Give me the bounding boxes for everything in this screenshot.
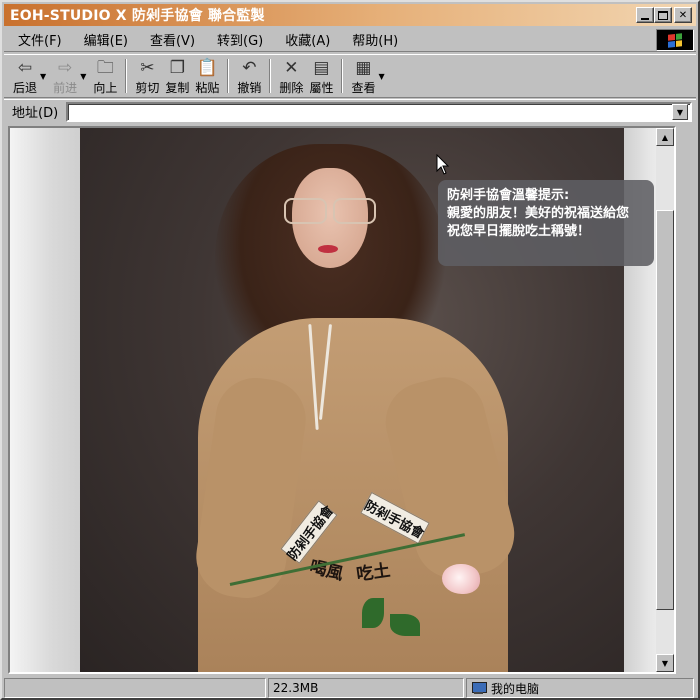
address-bar: 地址(D) ▼ [4,99,696,123]
view-button[interactable]: ▦ 查看 [348,56,378,96]
vertical-scrollbar[interactable]: ▲ ▼ [656,128,674,672]
undo-label: 撤销 [237,81,262,95]
window-controls: ✕ [636,7,692,23]
paste-label: 粘贴 [195,81,220,95]
windows-logo [656,29,694,51]
rose-leaf [362,598,384,628]
view-dropdown-icon[interactable]: ▼ [378,72,384,81]
title-bar[interactable]: EOH-STUDIO X 防剁手協會 聯合監製 ✕ [4,4,696,26]
delete-label: 删除 [279,81,304,95]
cut-button[interactable]: ✂ 剪切 [132,56,162,96]
delete-x-icon: ✕ [284,57,299,78]
up-button[interactable]: 🗀 向上 [90,56,120,96]
file-size: 22.3MB [273,681,319,695]
status-bar: 22.3MB 我的电脑 [4,678,696,698]
status-panel-location: 我的电脑 [466,678,694,698]
menu-file[interactable]: 文件(F) [10,30,70,49]
status-panel-size: 22.3MB [268,678,464,698]
menu-favorites[interactable]: 收藏(A) [277,30,338,49]
copy-button[interactable]: ❐ 复制 [162,56,192,96]
chevron-up-icon: ▲ [661,132,669,142]
scroll-up-button[interactable]: ▲ [656,128,674,146]
tooltip-title: 防剁手協會溫馨提示: [447,188,570,203]
windows-flag-icon [668,32,682,48]
explorer-window: EOH-STUDIO X 防剁手協會 聯合監製 ✕ 文件(F) 编辑(E) 查看… [0,0,700,700]
maximize-button[interactable] [654,7,672,23]
tooltip-balloon: 防剁手協會溫馨提示: 親愛的朋友！美好的祝福送給您 祝您早日擺脫吃土稱號！ [438,180,654,266]
mouse-pointer-icon [436,154,450,175]
minimize-icon [641,17,649,20]
address-dropdown-button[interactable]: ▼ [672,104,688,120]
toolbar: ⇦ 后退 ▼ ⇨ 前进 ▼ 🗀 向上 ✂ 剪切 ❐ 复制 📋 粘贴 ↶ 撤销 ✕… [4,54,696,98]
paste-icon: 📋 [196,57,218,78]
arrow-right-icon: ⇨ [58,57,73,78]
scroll-down-button[interactable]: ▼ [656,654,674,672]
left-margin [10,128,80,672]
photo-glasses [284,198,376,224]
window-title: EOH-STUDIO X 防剁手協會 聯合監製 [10,8,265,24]
toolbar-separator [125,59,128,93]
forward-button[interactable]: ⇨ 前进 [50,56,80,96]
scroll-thumb[interactable] [656,210,674,610]
cut-label: 剪切 [135,81,160,95]
chevron-down-icon: ▼ [661,658,669,668]
toolbar-separator [269,59,272,93]
arrow-left-icon: ⇦ [17,57,33,78]
menu-go[interactable]: 转到(G) [209,30,271,49]
location-label: 我的电脑 [491,681,540,696]
copy-icon: ❐ [169,57,185,78]
menu-edit[interactable]: 编辑(E) [76,30,136,49]
rose-flower [442,564,480,594]
tooltip-line: 親愛的朋友！美好的祝福送給您 [447,206,630,221]
photo-lips [318,245,338,253]
status-panel-text [4,678,266,698]
menu-bar: 文件(F) 编辑(E) 查看(V) 转到(G) 收藏(A) 帮助(H) [4,28,696,52]
computer-icon [471,681,487,695]
forward-label: 前进 [53,81,78,95]
back-button[interactable]: ⇦ 后退 [10,56,40,96]
hand-text-right: 吃土 [355,560,392,586]
back-dropdown-icon[interactable]: ▼ [40,72,46,81]
content-pane: 防剁手協會 防剁手協會 喝風 吃土 防剁手協會溫馨提示: 親愛的朋友！美好的祝福… [8,126,676,674]
view-label: 查看 [351,81,376,95]
properties-icon: ▤ [313,57,330,78]
scissors-icon: ✂ [140,57,155,78]
forward-dropdown-icon[interactable]: ▼ [80,72,86,81]
back-label: 后退 [13,81,38,95]
toolbar-separator [227,59,230,93]
close-button[interactable]: ✕ [674,7,692,23]
rose-leaf [390,614,420,636]
address-input[interactable]: ▼ [66,102,692,122]
address-label: 地址(D) [12,106,59,121]
undo-icon: ↶ [242,57,257,78]
view-grid-icon: ▦ [355,57,372,78]
paste-button[interactable]: 📋 粘贴 [192,56,222,96]
delete-button[interactable]: ✕ 删除 [276,56,306,96]
menu-view[interactable]: 查看(V) [142,30,203,49]
properties-label: 屬性 [309,81,334,95]
folder-up-icon: 🗀 [96,57,114,78]
tooltip-line: 祝您早日擺脫吃土稱號！ [447,224,591,239]
maximize-icon [658,10,668,20]
up-label: 向上 [93,81,118,95]
copy-label: 复制 [165,81,190,95]
menu-help[interactable]: 帮助(H) [344,30,406,49]
properties-button[interactable]: ▤ 屬性 [306,56,336,96]
undo-button[interactable]: ↶ 撤销 [234,56,264,96]
minimize-button[interactable] [636,7,654,23]
close-icon: ✕ [678,9,688,21]
chevron-down-icon: ▼ [676,107,684,117]
toolbar-separator [341,59,344,93]
